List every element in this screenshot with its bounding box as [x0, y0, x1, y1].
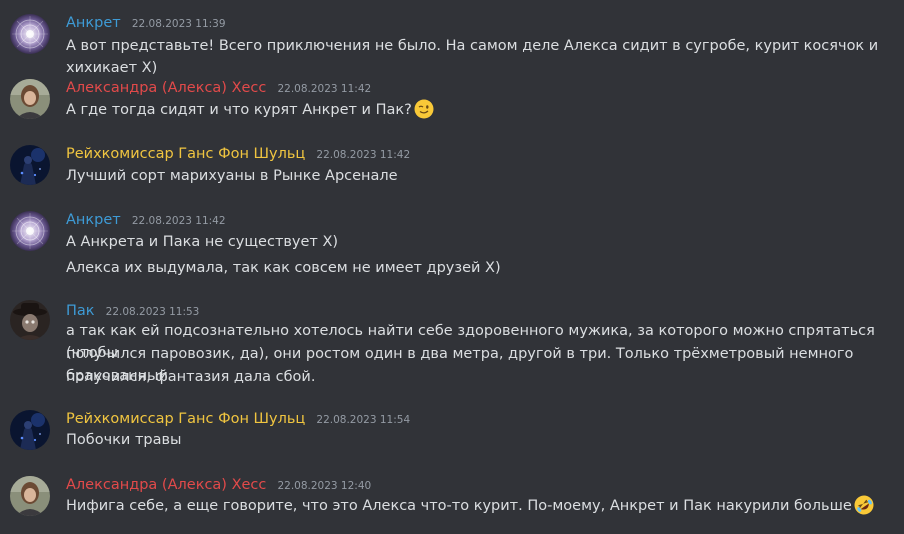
- message-header: Пак 22.08.2023 11:53: [66, 300, 199, 320]
- timestamp: 22.08.2023 11:42: [277, 83, 372, 95]
- timestamp: 22.08.2023 11:54: [316, 414, 411, 426]
- timestamp: 22.08.2023 11:42: [131, 215, 226, 227]
- message-header: Анкрет 22.08.2023 11:42: [66, 209, 226, 229]
- mandala-avatar[interactable]: [10, 14, 50, 54]
- message-header: Рейхкомиссар Ганс Фон Шульц 22.08.2023 1…: [66, 143, 410, 163]
- message-text: А Анкрета и Пака не существует Х): [66, 234, 339, 250]
- author-name[interactable]: Александра (Алекса) Хесс: [66, 80, 266, 96]
- author-name[interactable]: Пак: [66, 303, 95, 319]
- chat-message-list: Анкрет 22.08.2023 11:39 А вот представьт…: [0, 0, 904, 534]
- author-name[interactable]: Анкрет: [66, 15, 121, 31]
- message-header: Александра (Алекса) Хесс 22.08.2023 11:4…: [66, 77, 371, 97]
- message-text-content: А где тогда сидят и что курят Анкрет и П…: [66, 102, 412, 118]
- author-name[interactable]: Александра (Алекса) Хесс: [66, 477, 266, 493]
- winking-face-emoji[interactable]: [414, 99, 434, 119]
- timestamp: 22.08.2023 11:39: [131, 18, 226, 30]
- night-figure-avatar[interactable]: [10, 145, 50, 185]
- timestamp: 22.08.2023 12:40: [277, 480, 372, 492]
- timestamp: 22.08.2023 11:42: [316, 149, 411, 161]
- hat-man-avatar[interactable]: [10, 300, 50, 340]
- author-name[interactable]: Рейхкомиссар Ганс Фон Шульц: [66, 411, 305, 427]
- message-header: Александра (Алекса) Хесс 22.08.2023 12:4…: [66, 474, 371, 494]
- mandala-avatar[interactable]: [10, 211, 50, 251]
- portrait-avatar[interactable]: [10, 476, 50, 516]
- portrait-avatar[interactable]: [10, 79, 50, 119]
- message-header: Рейхкомиссар Ганс Фон Шульц 22.08.2023 1…: [66, 408, 410, 428]
- message-text: Побочки травы: [66, 432, 182, 448]
- night-figure-avatar[interactable]: [10, 410, 50, 450]
- timestamp: 22.08.2023 11:53: [105, 306, 200, 318]
- message-text: Нифига себе, а еще говорите, что это Але…: [66, 495, 896, 517]
- author-name[interactable]: Анкрет: [66, 212, 121, 228]
- message-text: А вот представьте! Всего приключения не …: [66, 38, 879, 76]
- rolling-laughing-emoji[interactable]: [854, 495, 874, 515]
- message-text: Алекса их выдумала, так как совсем не им…: [66, 260, 501, 276]
- message-text: А где тогда сидят и что курят Анкрет и П…: [66, 99, 896, 121]
- message-text-content: Нифига себе, а еще говорите, что это Але…: [66, 498, 852, 514]
- message-text: Лучший сорт марихуаны в Рынке Арсенале: [66, 168, 398, 184]
- message-text: получился, фантазия дала сбой.: [66, 369, 316, 385]
- author-name[interactable]: Рейхкомиссар Ганс Фон Шульц: [66, 146, 305, 162]
- message-header: Анкрет 22.08.2023 11:39: [66, 12, 226, 32]
